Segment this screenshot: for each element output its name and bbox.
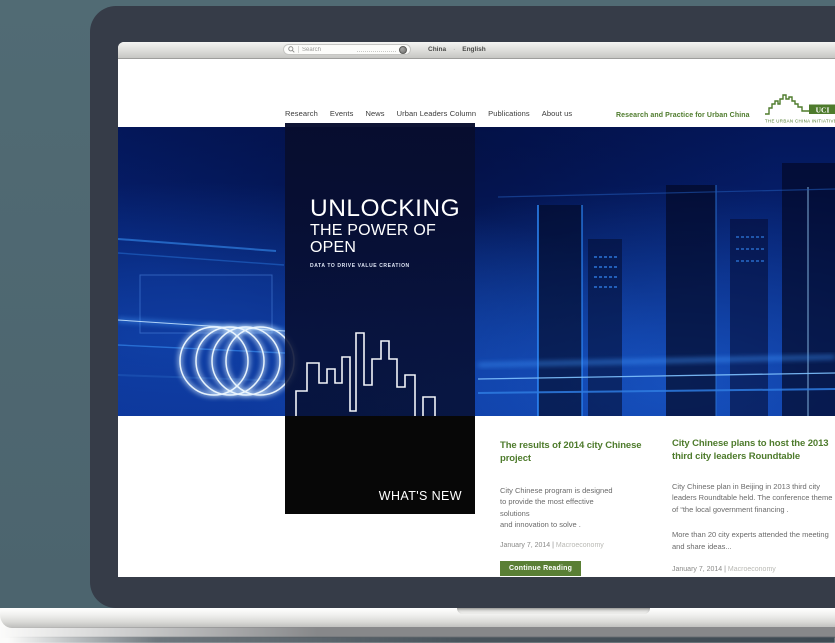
article-date: January 7, 2014 | (500, 542, 554, 549)
lang-separator: · (453, 46, 455, 53)
article-title[interactable]: The results of 2014 city Chinese project (500, 439, 660, 466)
article-title[interactable]: City Chinese plans to host the 2013 thir… (672, 437, 835, 464)
hero-light-streaks (118, 127, 835, 416)
skyline-outline-graphic (293, 329, 468, 419)
news-section: The results of 2014 city Chinese project… (118, 416, 835, 577)
article-excerpt: City Chinese plan in Beijing in 2013 thi… (672, 481, 835, 516)
search-box[interactable] (283, 44, 411, 55)
lang-link-china[interactable]: China (428, 46, 446, 53)
continue-reading-button[interactable]: Continue Reading (500, 561, 581, 576)
logo-skyline-icon: UCI (765, 95, 835, 114)
search-go-button[interactable] (399, 46, 407, 54)
search-input[interactable] (302, 47, 354, 53)
lang-link-english[interactable]: English (462, 46, 485, 53)
language-switcher: China · English (428, 46, 486, 53)
article-excerpt: City Chinese program is designed to prov… (500, 485, 660, 532)
search-icon (288, 46, 295, 53)
article-card-2: City Chinese plans to host the 2013 thir… (672, 437, 835, 573)
article-category[interactable]: Macroeconomy (556, 542, 604, 549)
hero-title-line1: UNLOCKING (310, 197, 475, 222)
laptop-shadow (8, 637, 835, 643)
main-nav: Research Events News Urban Leaders Colum… (285, 109, 572, 118)
site-header: Research Events News Urban Leaders Colum… (118, 59, 835, 127)
nav-item-publications[interactable]: Publications (488, 109, 530, 118)
hero-title-line2: THE POWER OF OPEN (310, 222, 475, 257)
nav-item-events[interactable]: Events (330, 109, 354, 118)
mockup-stage: China · English Research Events News Urb… (0, 0, 835, 643)
browser-toolbar: China · English (118, 42, 835, 59)
hero-subtitle: DATA TO DRIVE VALUE CREATION (310, 263, 475, 269)
whats-new-label: WHAT'S NEW (379, 489, 462, 503)
whats-new-panel: WHAT'S NEW (285, 416, 475, 514)
nav-item-urban-leaders-column[interactable]: Urban Leaders Column (397, 109, 477, 118)
article-card-1: The results of 2014 city Chinese project… (500, 439, 660, 576)
brand-tagline: Research and Practice for Urban China (616, 112, 750, 119)
article-date: January 7, 2014 | (672, 566, 726, 573)
article-category[interactable]: Macroeconomy (728, 566, 776, 573)
laptop-thumb-groove (457, 608, 650, 614)
hero-banner: UNLOCKING THE POWER OF OPEN DATA TO DRIV… (118, 127, 835, 416)
hero-overlay-panel: UNLOCKING THE POWER OF OPEN DATA TO DRIV… (285, 123, 475, 514)
nav-item-research[interactable]: Research (285, 109, 318, 118)
laptop-screen: China · English Research Events News Urb… (118, 42, 835, 577)
hero-title: UNLOCKING THE POWER OF OPEN (310, 197, 475, 257)
article-meta: January 7, 2014 | Macroeconomy (500, 542, 660, 549)
article-meta: January 7, 2014 | Macroeconomy (672, 566, 835, 573)
nav-item-about-us[interactable]: About us (542, 109, 572, 118)
nav-item-news[interactable]: News (365, 109, 384, 118)
dotted-leader (357, 50, 396, 52)
uci-logo[interactable]: UCI THE URBAN CHINA INITIATIVE (764, 91, 835, 132)
laptop-base (0, 608, 835, 628)
logo-caption: THE URBAN CHINA INITIATIVE (765, 119, 835, 124)
article-excerpt-2: More than 20 city experts attended the m… (672, 529, 835, 552)
search-divider (298, 46, 299, 53)
logo-acronym: UCI (816, 105, 830, 114)
